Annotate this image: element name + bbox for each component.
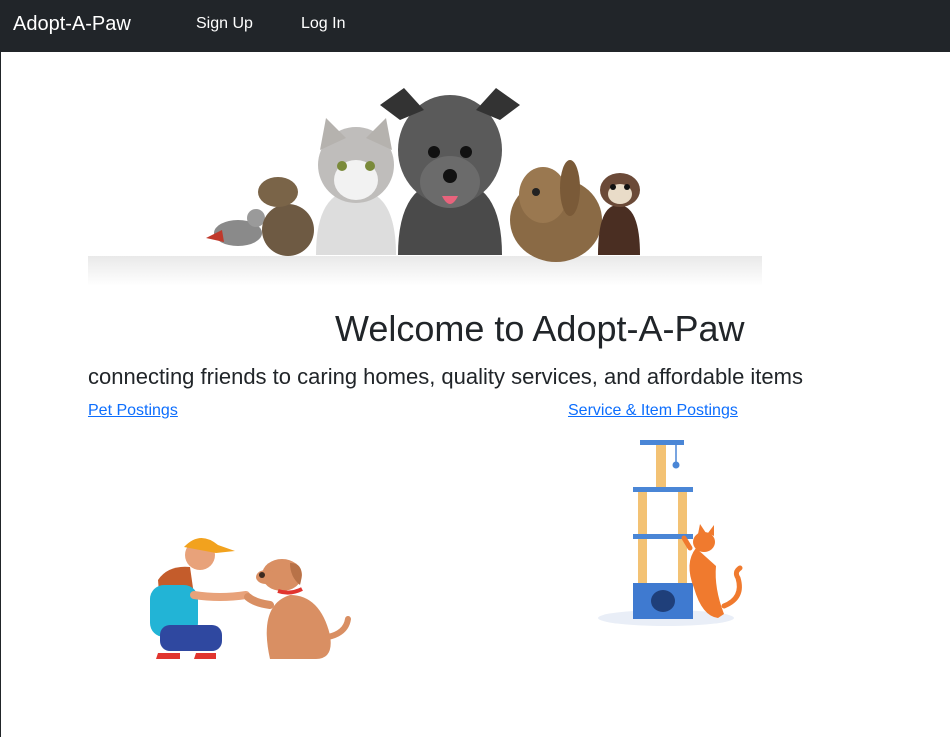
- cat-icon: [316, 118, 396, 255]
- ferret-icon: [598, 173, 640, 255]
- dog-illustration-icon: [244, 559, 351, 659]
- page-left-border: [0, 52, 1, 737]
- hero-pets-image: [88, 70, 762, 295]
- signup-link[interactable]: Sign Up: [196, 15, 253, 33]
- person-icon: [150, 537, 250, 659]
- top-navbar: Adopt-A-Paw Sign Up Log In: [0, 0, 950, 52]
- dog-icon: [380, 88, 520, 255]
- iguana-icon: [258, 177, 314, 256]
- page-title: Welcome to Adopt-A-Paw: [335, 308, 745, 349]
- parrot-icon: [206, 209, 265, 246]
- login-link[interactable]: Log In: [301, 15, 345, 33]
- brand-link[interactable]: Adopt-A-Paw: [13, 13, 131, 36]
- page-tagline: connecting friends to caring homes, qual…: [88, 364, 803, 389]
- cat-tree-icon: [633, 440, 693, 619]
- pet-postings-link[interactable]: Pet Postings: [88, 402, 178, 420]
- service-item-postings-link[interactable]: Service & Item Postings: [568, 402, 738, 420]
- rabbit-icon: [510, 160, 602, 262]
- cat-tree-illustration[interactable]: [598, 438, 748, 628]
- person-dog-illustration[interactable]: [140, 525, 355, 665]
